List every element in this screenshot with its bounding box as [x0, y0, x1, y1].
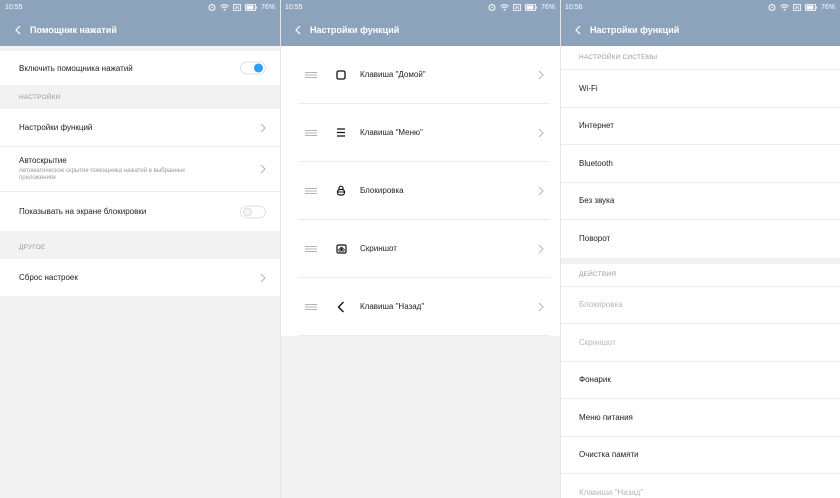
system-item-silent[interactable]: Без звука [560, 183, 840, 220]
battery-percent: 76% [820, 3, 835, 11]
action-item-lock: Блокировка [560, 287, 840, 324]
function-label: Клавиша "Домой" [360, 70, 426, 79]
battery-icon [805, 3, 817, 11]
function-label: Клавиша "Меню" [360, 128, 423, 137]
status-bar: 10:55 76% [0, 0, 280, 14]
system-item-internet[interactable]: Интернет [560, 108, 840, 145]
title-bar: Настройки функций [560, 14, 840, 46]
page-title: Помощник нажатий [30, 25, 117, 35]
reset-label: Сброс настроек [19, 273, 78, 282]
alarm-icon [768, 4, 776, 11]
battery-percent: 76% [540, 3, 555, 11]
panel-divider [280, 0, 281, 498]
sim-icon [233, 3, 241, 11]
autohide-label: Автоскрытие [19, 156, 67, 165]
function-row-back[interactable]: Клавиша "Назад" [298, 278, 550, 336]
screenshot-icon [335, 243, 347, 254]
menu-icon [337, 128, 345, 137]
function-label: Блокировка [360, 186, 404, 195]
function-label: Клавиша "Назад" [360, 302, 425, 311]
action-item-power-menu[interactable]: Меню питания [560, 399, 840, 437]
lock-icon [336, 185, 346, 196]
function-settings-row[interactable]: Настройки функций [0, 109, 280, 147]
action-item-clear-memory[interactable]: Очистка памяти [560, 437, 840, 474]
drag-handle-icon[interactable] [305, 303, 317, 310]
sim-icon [793, 3, 801, 11]
back-chevron-icon[interactable] [10, 22, 26, 38]
system-item-wifi[interactable]: Wi-Fi [560, 70, 840, 108]
lockscreen-toggle[interactable] [240, 205, 266, 218]
drag-handle-icon[interactable] [305, 245, 317, 252]
function-row-home[interactable]: Клавиша "Домой" [298, 46, 550, 104]
section-header-other: ДРУГОЕ [19, 244, 46, 251]
alarm-icon [488, 4, 496, 11]
section-header-system: НАСТРОЙКИ СИСТЕМЫ [560, 46, 840, 70]
function-settings-label: Настройки функций [19, 123, 93, 132]
system-item-bluetooth[interactable]: Bluetooth [560, 145, 840, 183]
wifi-icon [220, 3, 229, 11]
drag-handle-icon[interactable] [305, 187, 317, 194]
status-time: 10:55 [5, 3, 23, 11]
reset-row[interactable]: Сброс настроек [0, 259, 280, 296]
section-header-settings: НАСТРОЙКИ [19, 93, 61, 101]
function-list: Клавиша "Домой" Клавиша "Меню" Блокировк… [280, 46, 560, 336]
enable-assistant-toggle[interactable] [240, 61, 266, 75]
battery-icon [245, 3, 257, 11]
lockscreen-row[interactable]: Показывать на экране блокировки [0, 192, 280, 231]
screen-function-settings: 10:55 76% Настройки функций Клавиша "Дом… [280, 0, 560, 498]
page-title: Настройки функций [590, 25, 680, 35]
screen-touch-assistant: 10:55 76% Помощник нажатий Включить помо… [0, 0, 280, 498]
chevron-right-icon [538, 128, 544, 137]
lockscreen-label: Показывать на экране блокировки [19, 207, 147, 216]
function-row-lock[interactable]: Блокировка [298, 162, 550, 220]
action-item-back-key: Клавиша "Назад" [579, 488, 644, 498]
panel-divider [560, 0, 561, 498]
status-time: 10:56 [565, 3, 583, 11]
battery-percent: 76% [260, 3, 275, 11]
function-row-menu[interactable]: Клавиша "Меню" [298, 104, 550, 162]
chevron-right-icon [538, 186, 544, 195]
autohide-row[interactable]: Автоскрытие Автоматическое скрытие помощ… [0, 147, 280, 192]
autohide-description: Автоматическое скрытие помощника нажатий… [19, 168, 186, 181]
system-item-rotation[interactable]: Поворот [560, 220, 840, 258]
chevron-right-icon [538, 244, 544, 253]
drag-handle-icon[interactable] [305, 71, 317, 78]
status-bar: 10:55 76% [280, 0, 560, 14]
drag-handle-icon[interactable] [305, 129, 317, 136]
battery-icon [525, 3, 537, 11]
chevron-right-icon [538, 302, 544, 311]
title-bar: Помощник нажатий [0, 14, 280, 46]
action-item-screenshot: Скриншот [560, 324, 840, 362]
chevron-right-icon [260, 123, 266, 132]
back-chevron-icon[interactable] [570, 22, 586, 38]
status-bar: 10:56 76% [560, 0, 840, 14]
chevron-right-icon [260, 273, 266, 282]
section-header-actions: ДЕЙСТВИЯ [560, 263, 840, 287]
action-item-flashlight[interactable]: Фонарик [560, 362, 840, 399]
chevron-right-icon [260, 164, 266, 174]
chevron-right-icon [538, 70, 544, 79]
back-chevron-icon[interactable] [290, 22, 306, 38]
screen-function-picker: 10:56 76% Настройки функций НАСТРОЙКИ СИ… [560, 0, 840, 498]
page-title: Настройки функций [310, 25, 400, 35]
enable-assistant-label: Включить помощника нажатий [19, 63, 133, 73]
wifi-icon [780, 3, 789, 11]
title-bar: Настройки функций [280, 14, 560, 46]
alarm-icon [208, 4, 216, 11]
back-arrow-icon [337, 301, 344, 312]
status-time: 10:55 [285, 3, 303, 11]
home-square-icon [336, 69, 346, 80]
function-label: Скриншот [360, 244, 397, 253]
wifi-icon [500, 3, 509, 11]
enable-assistant-row[interactable]: Включить помощника нажатий [0, 51, 280, 85]
function-row-screenshot[interactable]: Скриншот [298, 220, 550, 278]
sim-icon [513, 3, 521, 11]
